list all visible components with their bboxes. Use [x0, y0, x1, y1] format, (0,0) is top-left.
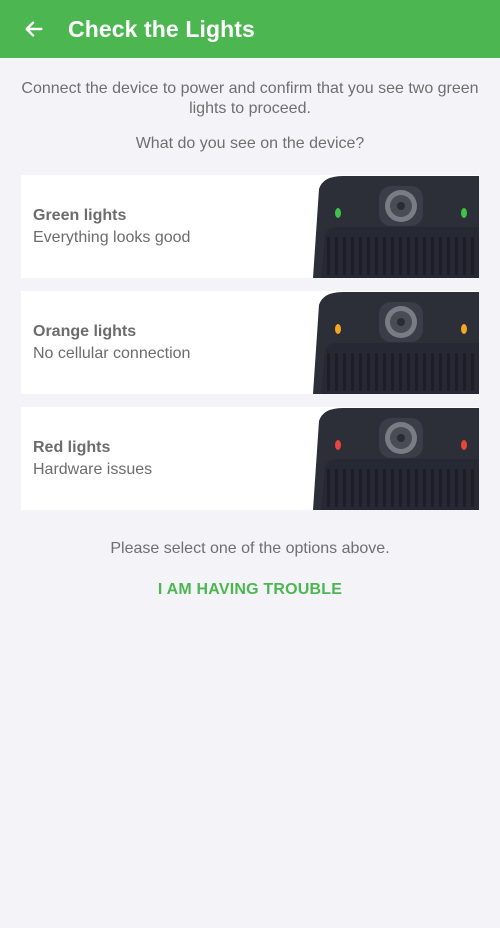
option-text: Green lights Everything looks good	[33, 205, 190, 249]
option-subtitle: No cellular connection	[33, 345, 191, 362]
device-green-lights-image	[313, 176, 479, 278]
option-card-orange[interactable]: Orange lights No cellular connection	[21, 291, 479, 394]
option-text: Red lights Hardware issues	[33, 437, 152, 481]
option-card-green[interactable]: Green lights Everything looks good	[21, 175, 479, 278]
back-button[interactable]	[19, 14, 49, 44]
app-header: Check the Lights	[0, 0, 500, 58]
device-orange-lights-image	[313, 292, 479, 394]
selection-hint: Please select one of the options above.	[110, 540, 390, 557]
option-card-red[interactable]: Red lights Hardware issues	[21, 407, 479, 510]
option-subtitle: Everything looks good	[33, 229, 191, 246]
option-title: Orange lights	[33, 323, 137, 340]
having-trouble-button[interactable]: I AM HAVING TROUBLE	[150, 579, 350, 601]
instructions-text: Connect the device to power and confirm …	[21, 80, 479, 117]
page-title: Check the Lights	[68, 15, 255, 42]
option-title: Red lights	[33, 439, 111, 456]
option-subtitle: Hardware issues	[33, 461, 153, 478]
option-title: Green lights	[33, 207, 127, 224]
option-text: Orange lights No cellular connection	[33, 321, 190, 365]
device-red-lights-image	[313, 408, 479, 510]
arrow-left-icon	[25, 21, 43, 37]
question-text: What do you see on the device?	[135, 135, 365, 152]
